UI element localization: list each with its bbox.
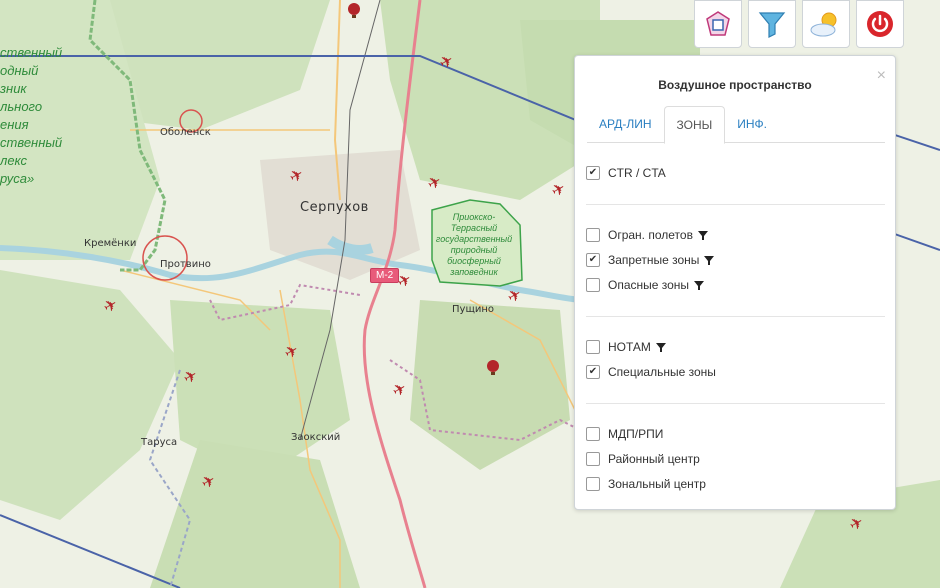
panel-tabs: АРД-ЛИН ЗОНЫ ИНФ. [587,106,885,144]
map-toolbar [694,0,904,48]
tab-ard-lin[interactable]: АРД-ЛИН [587,106,664,142]
airspace-panel: Воздушное пространство × АРД-ЛИН ЗОНЫ ИН… [574,55,896,510]
checkbox-unchecked[interactable] [586,228,600,242]
place-protvino: Протвино [160,259,211,270]
place-obolensk: Оболенск [160,127,211,138]
divider [586,204,885,205]
balloon-icon[interactable] [345,2,363,20]
option-label: CTR / CTA [608,166,666,180]
option-label: Зональный центр [608,477,706,491]
option-zonal-center[interactable]: Зональный центр [586,477,706,491]
power-button[interactable] [856,0,904,48]
balloon-icon[interactable] [484,359,502,377]
checkbox-unchecked[interactable] [586,340,600,354]
option-label: Опасные зоны [608,278,690,292]
filter-button[interactable] [748,0,796,48]
option-label: Запретные зоны [608,253,700,267]
airspace-zones-button[interactable] [694,0,742,48]
power-icon [867,11,893,37]
option-label: МДП/РПИ [608,427,664,441]
place-zaokskiy: Заокский [291,432,341,443]
divider [586,403,885,404]
option-restricted[interactable]: Огран. полетов [586,228,709,242]
airspace-zones-icon [706,11,730,36]
option-prohibited[interactable]: ✔ Запретные зоны [586,253,715,267]
panel-title: Воздушное пространство [658,78,812,92]
tab-info[interactable]: ИНФ. [725,106,779,142]
weather-button[interactable] [802,0,850,48]
filter-icon[interactable] [655,341,667,353]
filter-icon [758,12,786,38]
weather-icon [810,12,837,37]
place-tarusa: Таруса [141,437,178,448]
option-notam[interactable]: НОТАМ [586,340,667,354]
checkbox-checked[interactable]: ✔ [586,253,600,267]
filter-icon[interactable] [697,229,709,241]
reserve-label: Приокско- Террасный государственный прир… [435,212,513,277]
option-label: Специальные зоны [608,365,716,379]
checkbox-unchecked[interactable] [586,452,600,466]
option-danger[interactable]: Опасные зоны [586,278,705,292]
checkbox-unchecked[interactable] [586,427,600,441]
option-special[interactable]: ✔ Специальные зоны [586,365,716,379]
filter-icon[interactable] [703,254,715,266]
checkbox-checked[interactable]: ✔ [586,166,600,180]
checkbox-checked[interactable]: ✔ [586,365,600,379]
checkbox-unchecked[interactable] [586,477,600,491]
option-label: Районный центр [608,452,700,466]
option-ctr-cta[interactable]: ✔ CTR / CTA [586,166,666,180]
checkbox-unchecked[interactable] [586,278,600,292]
option-area-center[interactable]: Районный центр [586,452,700,466]
option-label: НОТАМ [608,340,651,354]
place-pushchino: Пущино [452,304,495,315]
place-serpukhov: Серпухов [300,200,369,215]
divider [586,316,885,317]
option-label: Огран. полетов [608,228,693,242]
option-mdp-rpi[interactable]: МДП/РПИ [586,427,663,441]
close-icon[interactable]: × [877,67,886,85]
place-kremenki: Кремёнки [84,238,137,249]
tab-zones[interactable]: ЗОНЫ [663,106,726,144]
area-name-fragment: ственный одный зник льного ения ственный… [0,45,63,186]
filter-icon[interactable] [693,279,705,291]
